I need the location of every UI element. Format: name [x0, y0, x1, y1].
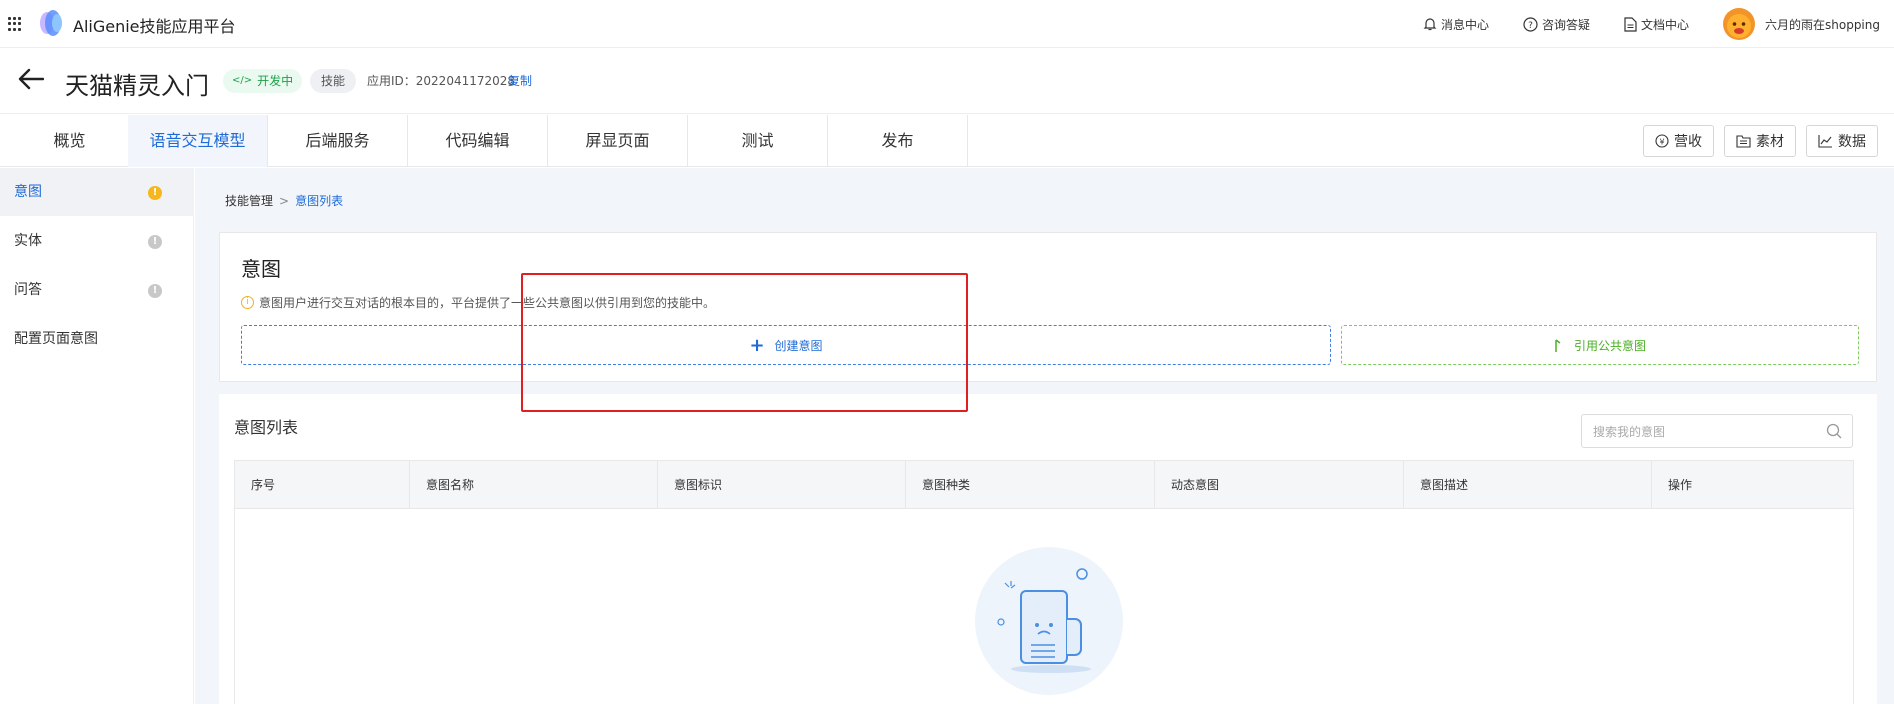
sidebar-item-page-intent[interactable]: 配置页面意图: [0, 315, 194, 363]
warning-dot-icon: !: [148, 284, 162, 298]
app-id-value: 2022041172028: [415, 74, 516, 88]
search-input[interactable]: 搜索我的意图: [1581, 414, 1853, 448]
sidebar-item-qa[interactable]: 问答 !: [0, 266, 194, 314]
reference-arrow-icon: [1555, 339, 1561, 352]
sidebar-item-intent[interactable]: 意图 !: [0, 168, 194, 216]
column-header: 意图种类: [906, 461, 1155, 509]
sidebar-item-entity[interactable]: 实体 !: [0, 217, 194, 265]
info-icon: i: [241, 296, 254, 309]
chart-line-icon: [1818, 135, 1832, 148]
message-center-label: 消息中心: [1440, 17, 1489, 32]
table-header: 序号 意图名称 意图标识 意图种类 动态意图 意图描述 操作: [235, 461, 1853, 509]
tab-voice-model[interactable]: 语音交互模型: [128, 115, 268, 167]
tab-overview[interactable]: 概览: [0, 115, 140, 167]
docs-label: 文档中心: [1640, 17, 1689, 32]
column-header: 动态意图: [1155, 461, 1404, 509]
bell-icon: [1423, 18, 1437, 31]
copy-app-id-button[interactable]: 复制: [508, 72, 532, 89]
tab-backend[interactable]: 后端服务: [268, 115, 408, 167]
code-icon: </>: [232, 75, 253, 86]
top-bar: AliGenie技能应用平台 消息中心 ? 咨询答疑 文档中心 六月的雨在sho…: [0, 0, 1894, 48]
sidebar-item-label: 实体: [14, 233, 42, 249]
aligenie-logo: [40, 10, 62, 36]
skill-header: 天猫精灵入门 </> 开发中 技能 应用ID：2022041172028 复制: [0, 48, 1894, 114]
intent-card: 意图 i 意图用户进行交互对话的根本目的，平台提供了一些公共意图以供引用到您的技…: [219, 232, 1877, 382]
back-arrow-icon[interactable]: [18, 68, 44, 90]
breadcrumb-current: 意图列表: [295, 194, 344, 208]
plus-icon: +: [749, 334, 765, 356]
sidebar-item-label: 问答: [14, 282, 42, 298]
type-badge: 技能: [310, 69, 357, 93]
app-title: AliGenie技能应用平台: [73, 17, 236, 36]
app-id: 应用ID：2022041172028: [367, 72, 515, 89]
tool-buttons: ¥ 营收 素材 数据: [1633, 125, 1878, 157]
empty-state-illustration: [975, 547, 1123, 695]
create-intent-label: 创建意图: [774, 338, 823, 353]
search-placeholder: 搜索我的意图: [1593, 424, 1666, 439]
column-header: 意图描述: [1404, 461, 1652, 509]
document-icon: [1624, 16, 1637, 32]
apps-grid-icon[interactable]: [8, 17, 22, 31]
revenue-label: 营收: [1674, 134, 1702, 150]
revenue-icon: ¥: [1655, 134, 1669, 148]
intent-table: 序号 意图名称 意图标识 意图种类 动态意图 意图描述 操作: [234, 460, 1854, 704]
data-button[interactable]: 数据: [1806, 125, 1878, 157]
status-label: 开发中: [257, 74, 294, 88]
material-icon: [1736, 135, 1751, 148]
column-header: 意图标识: [658, 461, 906, 509]
svg-text:¥: ¥: [1659, 138, 1664, 147]
docs-link[interactable]: 文档中心: [1624, 16, 1689, 33]
main-tabs: 概览 语音交互模型 后端服务 代码编辑 屏显页面 测试 发布 ¥ 营收 素材 数…: [0, 115, 1894, 167]
header-actions: 消息中心 ? 咨询答疑 文档中心 六月的雨在shopping: [1389, 0, 1880, 48]
breadcrumb: 技能管理 > 意图列表: [225, 192, 343, 209]
column-header: 操作: [1668, 478, 1693, 492]
intent-hint-text: 意图用户进行交互对话的根本目的，平台提供了一些公共意图以供引用到您的技能中。: [259, 296, 716, 310]
breadcrumb-parent[interactable]: 技能管理: [225, 192, 273, 209]
tab-test[interactable]: 测试: [688, 115, 828, 167]
tab-screen-pages[interactable]: 屏显页面: [548, 115, 688, 167]
create-intent-button[interactable]: + 创建意图: [241, 325, 1331, 365]
warning-dot-icon: !: [148, 235, 162, 249]
help-label: 咨询答疑: [1541, 17, 1590, 32]
column-header: 序号: [235, 461, 410, 509]
main-content: 技能管理 > 意图列表 意图 i 意图用户进行交互对话的根本目的，平台提供了一些…: [195, 168, 1894, 704]
sidebar-item-label: 配置页面意图: [14, 331, 98, 347]
intent-hint: i 意图用户进行交互对话的根本目的，平台提供了一些公共意图以供引用到您的技能中。: [241, 294, 715, 311]
reference-public-intent-button[interactable]: 引用公共意图: [1341, 325, 1859, 365]
warning-dot-icon: !: [148, 186, 162, 200]
app-id-label: 应用ID：: [367, 74, 416, 88]
material-button[interactable]: 素材: [1724, 125, 1796, 157]
page-title: 天猫精灵入门: [65, 72, 209, 100]
breadcrumb-separator: >: [279, 193, 290, 208]
data-label: 数据: [1838, 134, 1866, 150]
svg-text:?: ?: [1528, 21, 1533, 31]
avatar[interactable]: [1723, 8, 1755, 40]
tab-code-editor[interactable]: 代码编辑: [408, 115, 548, 167]
material-label: 素材: [1756, 134, 1784, 150]
reference-intent-label: 引用公共意图: [1573, 338, 1646, 353]
revenue-button[interactable]: ¥ 营收: [1643, 125, 1714, 157]
intent-list-title: 意图列表: [234, 418, 299, 437]
status-badge: </> 开发中: [223, 69, 303, 93]
intent-card-title: 意图: [241, 257, 281, 281]
search-icon[interactable]: [1826, 423, 1842, 439]
intent-list-card: 意图列表 搜索我的意图 序号 意图名称 意图标识 意图种类 动态意图 意图描述 …: [219, 394, 1877, 704]
message-center-link[interactable]: 消息中心: [1423, 16, 1489, 33]
sidebar: 意图 ! 实体 ! 问答 ! 配置页面意图: [0, 168, 194, 704]
column-header: 意图名称: [410, 461, 658, 509]
avatar-face-icon: [1727, 14, 1751, 38]
help-link[interactable]: ? 咨询答疑: [1523, 16, 1590, 33]
help-icon: ?: [1523, 16, 1538, 32]
user-name[interactable]: 六月的雨在shopping: [1765, 16, 1880, 33]
sidebar-item-label: 意图: [14, 184, 42, 200]
tab-publish[interactable]: 发布: [828, 115, 968, 167]
